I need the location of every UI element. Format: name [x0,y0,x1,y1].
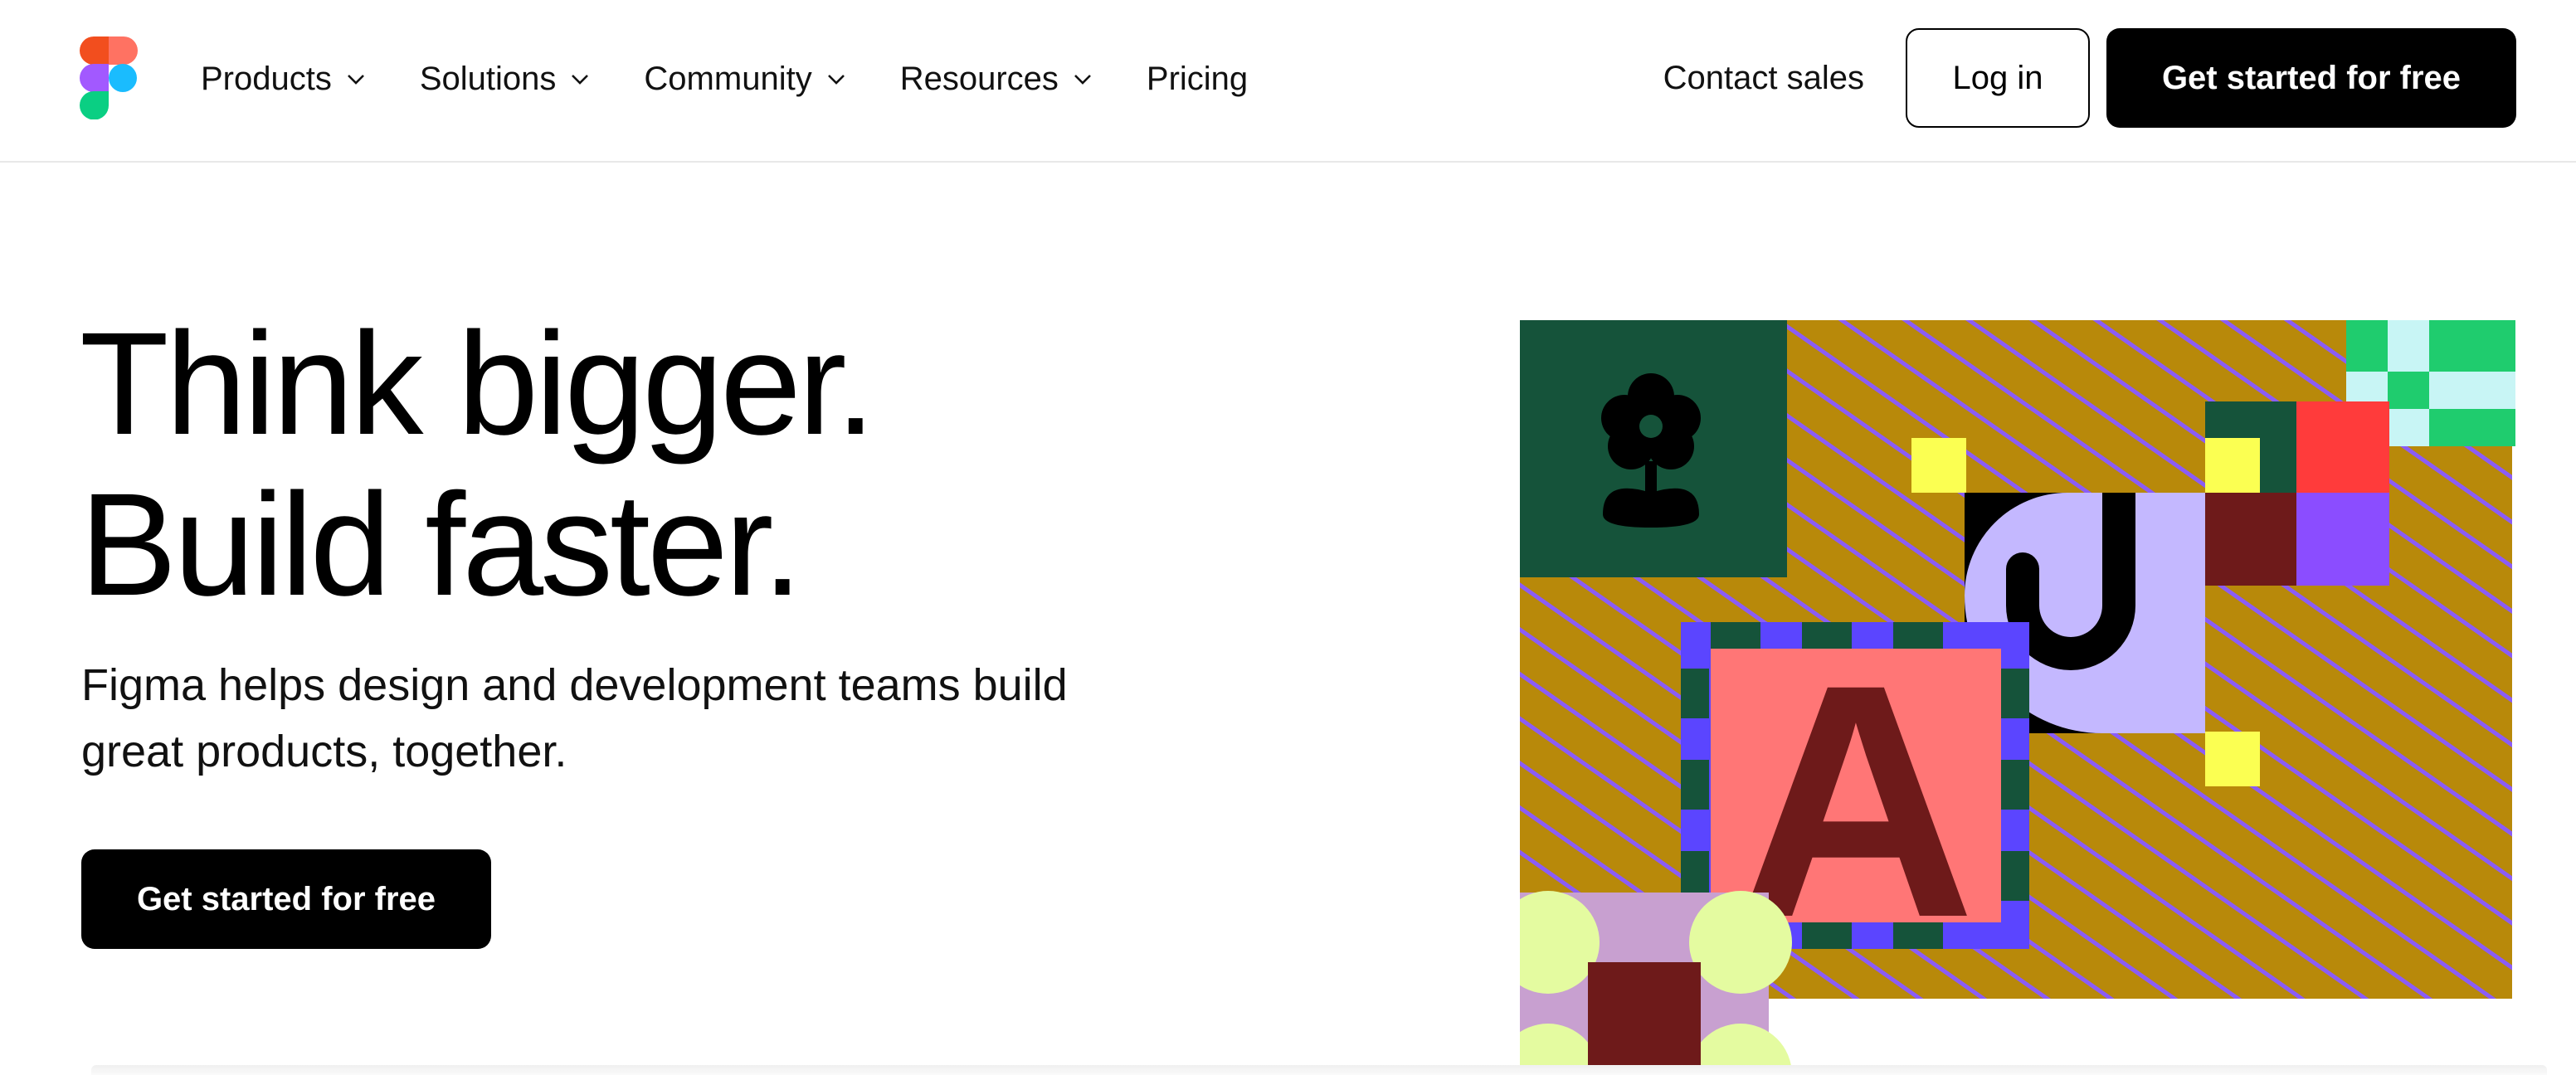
nav-item-community[interactable]: Community [644,61,848,98]
nav-item-solutions[interactable]: Solutions [420,61,593,98]
hero-subtitle: Figma helps design and development teams… [81,660,1068,776]
yellow-square [1911,438,1966,493]
figma-logo-icon[interactable] [80,36,138,119]
nav-item-resources[interactable]: Resources [900,61,1095,98]
flower-icon [1601,373,1701,528]
top-navigation: Products Solutions Community Resources P… [0,0,2576,163]
hero-title-line2: Build faster. [80,464,803,626]
get-started-button[interactable]: Get started for free [2106,28,2516,128]
nav-item-label: Products [201,60,332,97]
hero-get-started-button[interactable]: Get started for free [81,849,491,949]
chevron-down-icon [1074,75,1091,85]
nav-item-label: Pricing [1146,60,1249,97]
nav-actions: Contact sales Log in Get started for fre… [1663,28,2516,128]
nav-item-label: Community [644,60,812,97]
main-menu: Products Solutions Community Resources P… [201,50,1299,108]
content-card-edge [91,1065,2547,1075]
nav-item-products[interactable]: Products [201,61,368,98]
chevron-down-icon [827,75,845,85]
nav-item-pricing[interactable]: Pricing [1147,61,1248,98]
login-button[interactable]: Log in [1906,28,2090,128]
contact-sales-link[interactable]: Contact sales [1663,60,1864,97]
nav-item-label: Solutions [419,60,557,97]
hero-illustration: A [1520,320,2515,1075]
hero-title: Think bigger. Build faster. [80,303,876,626]
yellow-square [2205,732,2260,786]
hero-title-line1: Think bigger. [80,303,876,465]
chevron-down-icon [572,75,589,85]
chevron-down-icon [347,75,364,85]
nav-item-label: Resources [899,60,1059,97]
